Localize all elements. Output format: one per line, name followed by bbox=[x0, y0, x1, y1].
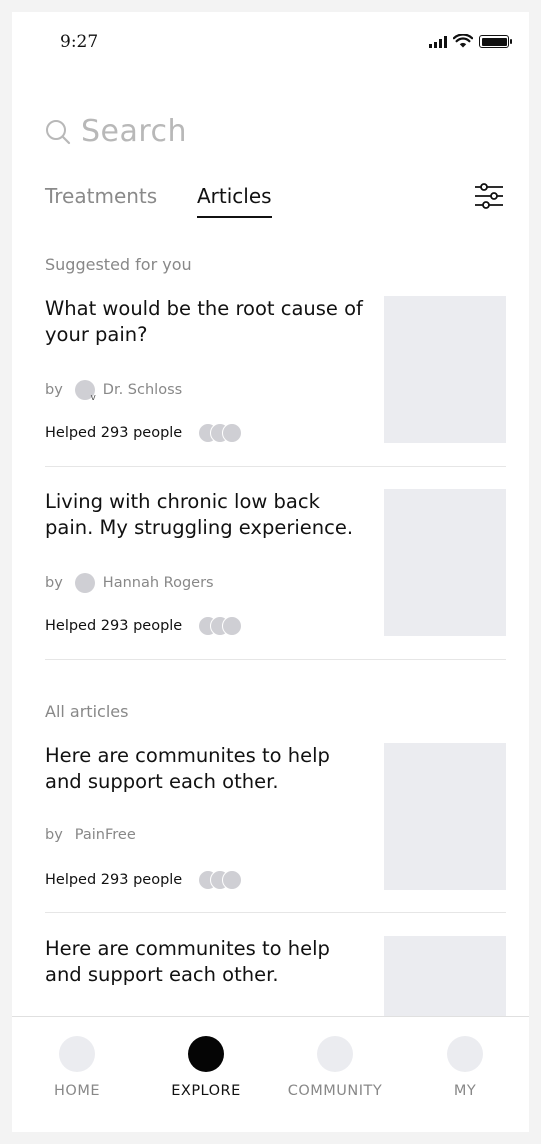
helped-label: Helped 293 people bbox=[45, 872, 183, 888]
author-name[interactable]: PainFree bbox=[75, 827, 136, 843]
explore-icon bbox=[188, 1036, 224, 1072]
tab-articles[interactable]: Articles bbox=[197, 184, 272, 218]
byline-prefix: by bbox=[45, 382, 63, 398]
helper-avatars bbox=[198, 616, 243, 636]
author-avatar bbox=[74, 380, 96, 403]
helped-count: Helped 293 people bbox=[45, 423, 243, 443]
article-thumbnail[interactable] bbox=[384, 296, 506, 443]
cellular-signal-icon bbox=[429, 36, 447, 48]
author-name[interactable]: Hannah Rogers bbox=[103, 575, 214, 591]
status-bar: 9:27 bbox=[12, 12, 529, 72]
article-thumbnail[interactable] bbox=[384, 743, 506, 890]
helper-avatars bbox=[198, 423, 243, 443]
nav-home[interactable]: HOME bbox=[22, 1036, 132, 1099]
article-thumbnail[interactable] bbox=[384, 489, 506, 636]
tab-bar: Treatments Articles bbox=[45, 183, 505, 224]
section-title-all-articles: All articles bbox=[45, 702, 129, 721]
nav-explore[interactable]: EXPLORE bbox=[151, 1036, 261, 1099]
article-card[interactable]: Here are communites to help and support … bbox=[45, 743, 506, 903]
status-icons bbox=[429, 34, 512, 48]
article-byline: by Hannah Rogers bbox=[45, 573, 214, 593]
wifi-icon bbox=[453, 34, 473, 48]
profile-icon bbox=[447, 1036, 483, 1072]
section-title-suggested: Suggested for you bbox=[45, 255, 192, 274]
divider bbox=[45, 912, 506, 913]
search-icon bbox=[46, 119, 71, 144]
author-name[interactable]: Dr. Schloss bbox=[103, 382, 182, 398]
author-avatar bbox=[74, 573, 95, 593]
nav-community[interactable]: COMMUNITY bbox=[280, 1036, 390, 1099]
article-byline: by Dr. Schloss bbox=[45, 380, 182, 403]
sliders-icon[interactable] bbox=[473, 180, 505, 212]
helped-label: Helped 293 people bbox=[45, 618, 183, 634]
article-title[interactable]: Here are communites to help and support … bbox=[45, 936, 370, 988]
bottom-navigation: HOME EXPLORE COMMUNITY MY bbox=[12, 1016, 529, 1132]
byline-prefix: by bbox=[45, 575, 63, 591]
helper-avatars bbox=[198, 870, 243, 890]
nav-label: COMMUNITY bbox=[287, 1083, 383, 1099]
helped-count: Helped 293 people bbox=[45, 616, 243, 636]
article-byline: by PainFree bbox=[45, 827, 136, 843]
nav-my[interactable]: MY bbox=[410, 1036, 520, 1099]
phone-screen: 9:27 Search Treatments Articles Suggeste… bbox=[12, 12, 529, 1132]
tab-treatments[interactable]: Treatments bbox=[45, 184, 157, 208]
article-card[interactable]: Living with chronic low back pain. My st… bbox=[45, 489, 506, 649]
byline-prefix: by bbox=[45, 827, 63, 843]
article-title[interactable]: Here are communites to help and support … bbox=[45, 743, 370, 795]
battery-icon bbox=[479, 35, 512, 48]
nav-label: EXPLORE bbox=[171, 1083, 241, 1099]
search-bar[interactable]: Search bbox=[45, 114, 187, 149]
helped-count: Helped 293 people bbox=[45, 870, 243, 890]
nav-label: MY bbox=[453, 1083, 477, 1099]
article-title[interactable]: Living with chronic low back pain. My st… bbox=[45, 489, 370, 541]
home-icon bbox=[59, 1036, 95, 1072]
status-time: 9:27 bbox=[60, 32, 99, 52]
helped-label: Helped 293 people bbox=[45, 425, 183, 441]
divider bbox=[45, 466, 506, 467]
search-input[interactable]: Search bbox=[81, 114, 187, 149]
community-icon bbox=[317, 1036, 353, 1072]
article-title[interactable]: What would be the root cause of your pai… bbox=[45, 296, 370, 348]
divider bbox=[45, 659, 506, 660]
article-card[interactable]: What would be the root cause of your pai… bbox=[45, 296, 506, 456]
nav-label: HOME bbox=[54, 1083, 100, 1099]
